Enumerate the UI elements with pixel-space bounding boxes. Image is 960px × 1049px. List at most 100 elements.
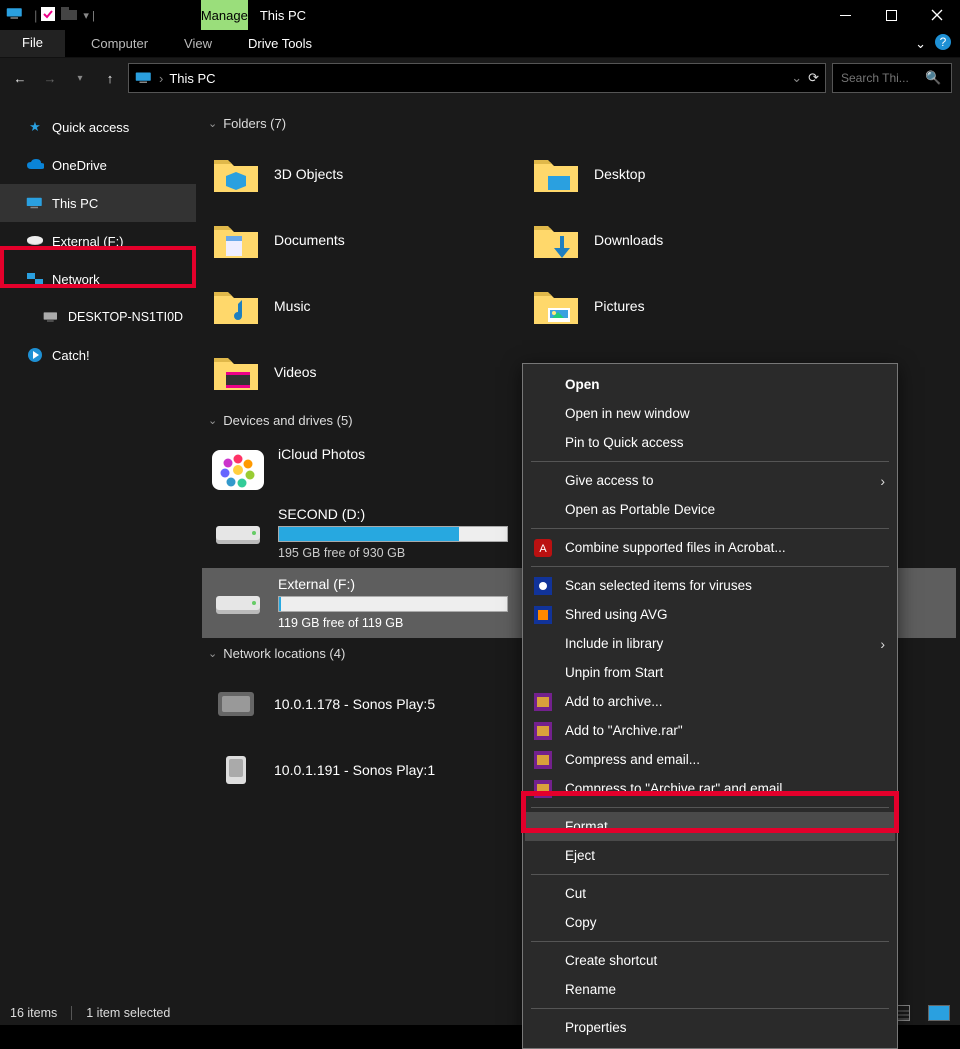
ribbon-expand-icon[interactable]: ⌄ <box>915 36 926 52</box>
help-icon[interactable]: ? <box>934 33 952 54</box>
winrar-icon <box>533 779 553 799</box>
qat-checkbox-icon[interactable] <box>41 7 55 24</box>
folder-item-downloads[interactable]: Downloads <box>522 207 822 273</box>
menu-item-open[interactable]: Open <box>525 370 895 399</box>
minimize-button[interactable] <box>822 0 868 30</box>
menu-item-compress-email[interactable]: Compress and email... <box>525 745 895 774</box>
menu-item-open-portable-device[interactable]: Open as Portable Device <box>525 495 895 524</box>
folder-item-music[interactable]: Music <box>202 273 502 339</box>
breadcrumb[interactable]: This PC <box>169 71 215 86</box>
sidebar-item-label: Network <box>52 272 100 287</box>
view-tiles-button[interactable] <box>928 1005 950 1021</box>
qat-folder-icon[interactable] <box>61 7 77 24</box>
item-label: SECOND (D:) <box>278 506 518 522</box>
menu-item-unpin-start[interactable]: Unpin from Start <box>525 658 895 687</box>
menu-item-shred-avg[interactable]: Shred using AVG <box>525 600 895 629</box>
menu-item-properties[interactable]: Properties <box>525 1013 895 1042</box>
menu-item-compress-rar-email[interactable]: Compress to "Archive.rar" and email <box>525 774 895 803</box>
refresh-icon[interactable]: ⟳ <box>808 70 819 86</box>
usage-bar <box>278 596 508 612</box>
folder-icon <box>212 154 260 194</box>
folder-item-pictures[interactable]: Pictures <box>522 273 822 339</box>
app-icon <box>6 6 24 24</box>
folder-item-desktop[interactable]: Desktop <box>522 141 822 207</box>
chevron-right-icon: › <box>880 636 885 652</box>
item-label: 3D Objects <box>274 166 343 182</box>
menu-item-open-new-window[interactable]: Open in new window <box>525 399 895 428</box>
folder-icon <box>212 220 260 260</box>
chevron-right-icon[interactable]: › <box>159 71 163 86</box>
menu-item-pin-quick-access[interactable]: Pin to Quick access <box>525 428 895 457</box>
hard-drive-icon <box>212 580 264 620</box>
folder-icon <box>532 154 580 194</box>
search-input[interactable] <box>839 70 919 86</box>
menu-item-copy[interactable]: Copy <box>525 908 895 937</box>
svg-text:?: ? <box>940 35 947 49</box>
free-space-label: 195 GB free of 930 GB <box>278 546 518 560</box>
winrar-icon <box>533 721 553 741</box>
pc-icon <box>135 71 153 85</box>
item-label: Pictures <box>594 298 645 314</box>
titlebar: | ▾ | Manage This PC <box>0 0 960 30</box>
sidebar-item-quick-access[interactable]: ★ Quick access <box>0 108 196 146</box>
close-button[interactable] <box>914 0 960 30</box>
nav-recent-dropdown[interactable]: ▾ <box>68 66 92 90</box>
menu-item-scan-viruses[interactable]: Scan selected items for viruses <box>525 571 895 600</box>
address-dropdown-icon[interactable]: ⌄ <box>791 70 802 86</box>
sidebar-item-onedrive[interactable]: OneDrive <box>0 146 196 184</box>
sidebar-item-network-computer[interactable]: DESKTOP-NS1TI0D <box>0 298 196 336</box>
address-bar[interactable]: › This PC ⌄ ⟳ <box>128 63 826 93</box>
winrar-icon <box>533 692 553 712</box>
menu-item-cut[interactable]: Cut <box>525 879 895 908</box>
nav-back-button[interactable]: ← <box>8 66 32 90</box>
item-label: 10.0.1.178 - Sonos Play:5 <box>274 696 435 712</box>
nav-pane: ★ Quick access OneDrive This PC External… <box>0 98 196 1001</box>
ribbon-tabs: File Computer View Drive Tools ⌄ ? <box>0 30 960 58</box>
sidebar-item-network[interactable]: Network <box>0 260 196 298</box>
nav-forward-button[interactable]: → <box>38 66 62 90</box>
folder-item-videos[interactable]: Videos <box>202 339 502 405</box>
chevron-down-icon: ⌄ <box>208 647 217 660</box>
tab-file[interactable]: File <box>0 30 65 57</box>
menu-item-format[interactable]: Format... <box>525 812 895 841</box>
item-label: Videos <box>274 364 317 380</box>
menu-item-create-shortcut[interactable]: Create shortcut <box>525 946 895 975</box>
tab-view[interactable]: View <box>166 30 230 57</box>
ribbon-context-tab-manage[interactable]: Manage <box>201 0 248 30</box>
nav-row: ← → ▾ ↑ › This PC ⌄ ⟳ 🔍 <box>0 58 960 98</box>
maximize-button[interactable] <box>868 0 914 30</box>
tab-computer[interactable]: Computer <box>73 30 166 57</box>
item-label: iCloud Photos <box>278 446 518 462</box>
menu-item-add-archive-rar[interactable]: Add to "Archive.rar" <box>525 716 895 745</box>
qat-dropdown-icon[interactable]: ▾ | <box>83 9 94 22</box>
item-label: External (F:) <box>278 576 518 592</box>
chevron-down-icon: ⌄ <box>208 117 217 130</box>
menu-item-add-archive[interactable]: Add to archive... <box>525 687 895 716</box>
sidebar-item-label: DESKTOP-NS1TI0D <box>68 310 183 324</box>
item-label: Downloads <box>594 232 663 248</box>
search-box[interactable]: 🔍 <box>832 63 952 93</box>
hard-drive-icon <box>212 510 264 550</box>
context-menu: Open Open in new window Pin to Quick acc… <box>522 363 898 1049</box>
menu-item-rename[interactable]: Rename <box>525 975 895 1004</box>
sidebar-item-catch[interactable]: Catch! <box>0 336 196 374</box>
menu-item-give-access-to[interactable]: Give access to› <box>525 466 895 495</box>
item-label: 10.0.1.191 - Sonos Play:1 <box>274 762 435 778</box>
media-device-icon <box>212 686 260 722</box>
sidebar-item-label: Catch! <box>52 348 90 363</box>
folder-item-documents[interactable]: Documents <box>202 207 502 273</box>
sidebar-item-label: External (F:) <box>52 234 124 249</box>
menu-item-combine-acrobat[interactable]: ACombine supported files in Acrobat... <box>525 533 895 562</box>
winrar-icon <box>533 750 553 770</box>
nav-up-button[interactable]: ↑ <box>98 66 122 90</box>
tab-drive-tools[interactable]: Drive Tools <box>230 30 330 57</box>
search-icon: 🔍 <box>925 70 941 86</box>
folder-item-3d-objects[interactable]: 3D Objects <box>202 141 502 207</box>
menu-item-eject[interactable]: Eject <box>525 841 895 870</box>
menu-item-include-library[interactable]: Include in library› <box>525 629 895 658</box>
sidebar-item-this-pc[interactable]: This PC <box>0 184 196 222</box>
cloud-icon <box>26 156 44 174</box>
group-header-folders[interactable]: ⌄ Folders (7) <box>208 116 956 131</box>
sidebar-item-external-drive[interactable]: External (F:) <box>0 222 196 260</box>
media-device-icon <box>212 752 260 788</box>
